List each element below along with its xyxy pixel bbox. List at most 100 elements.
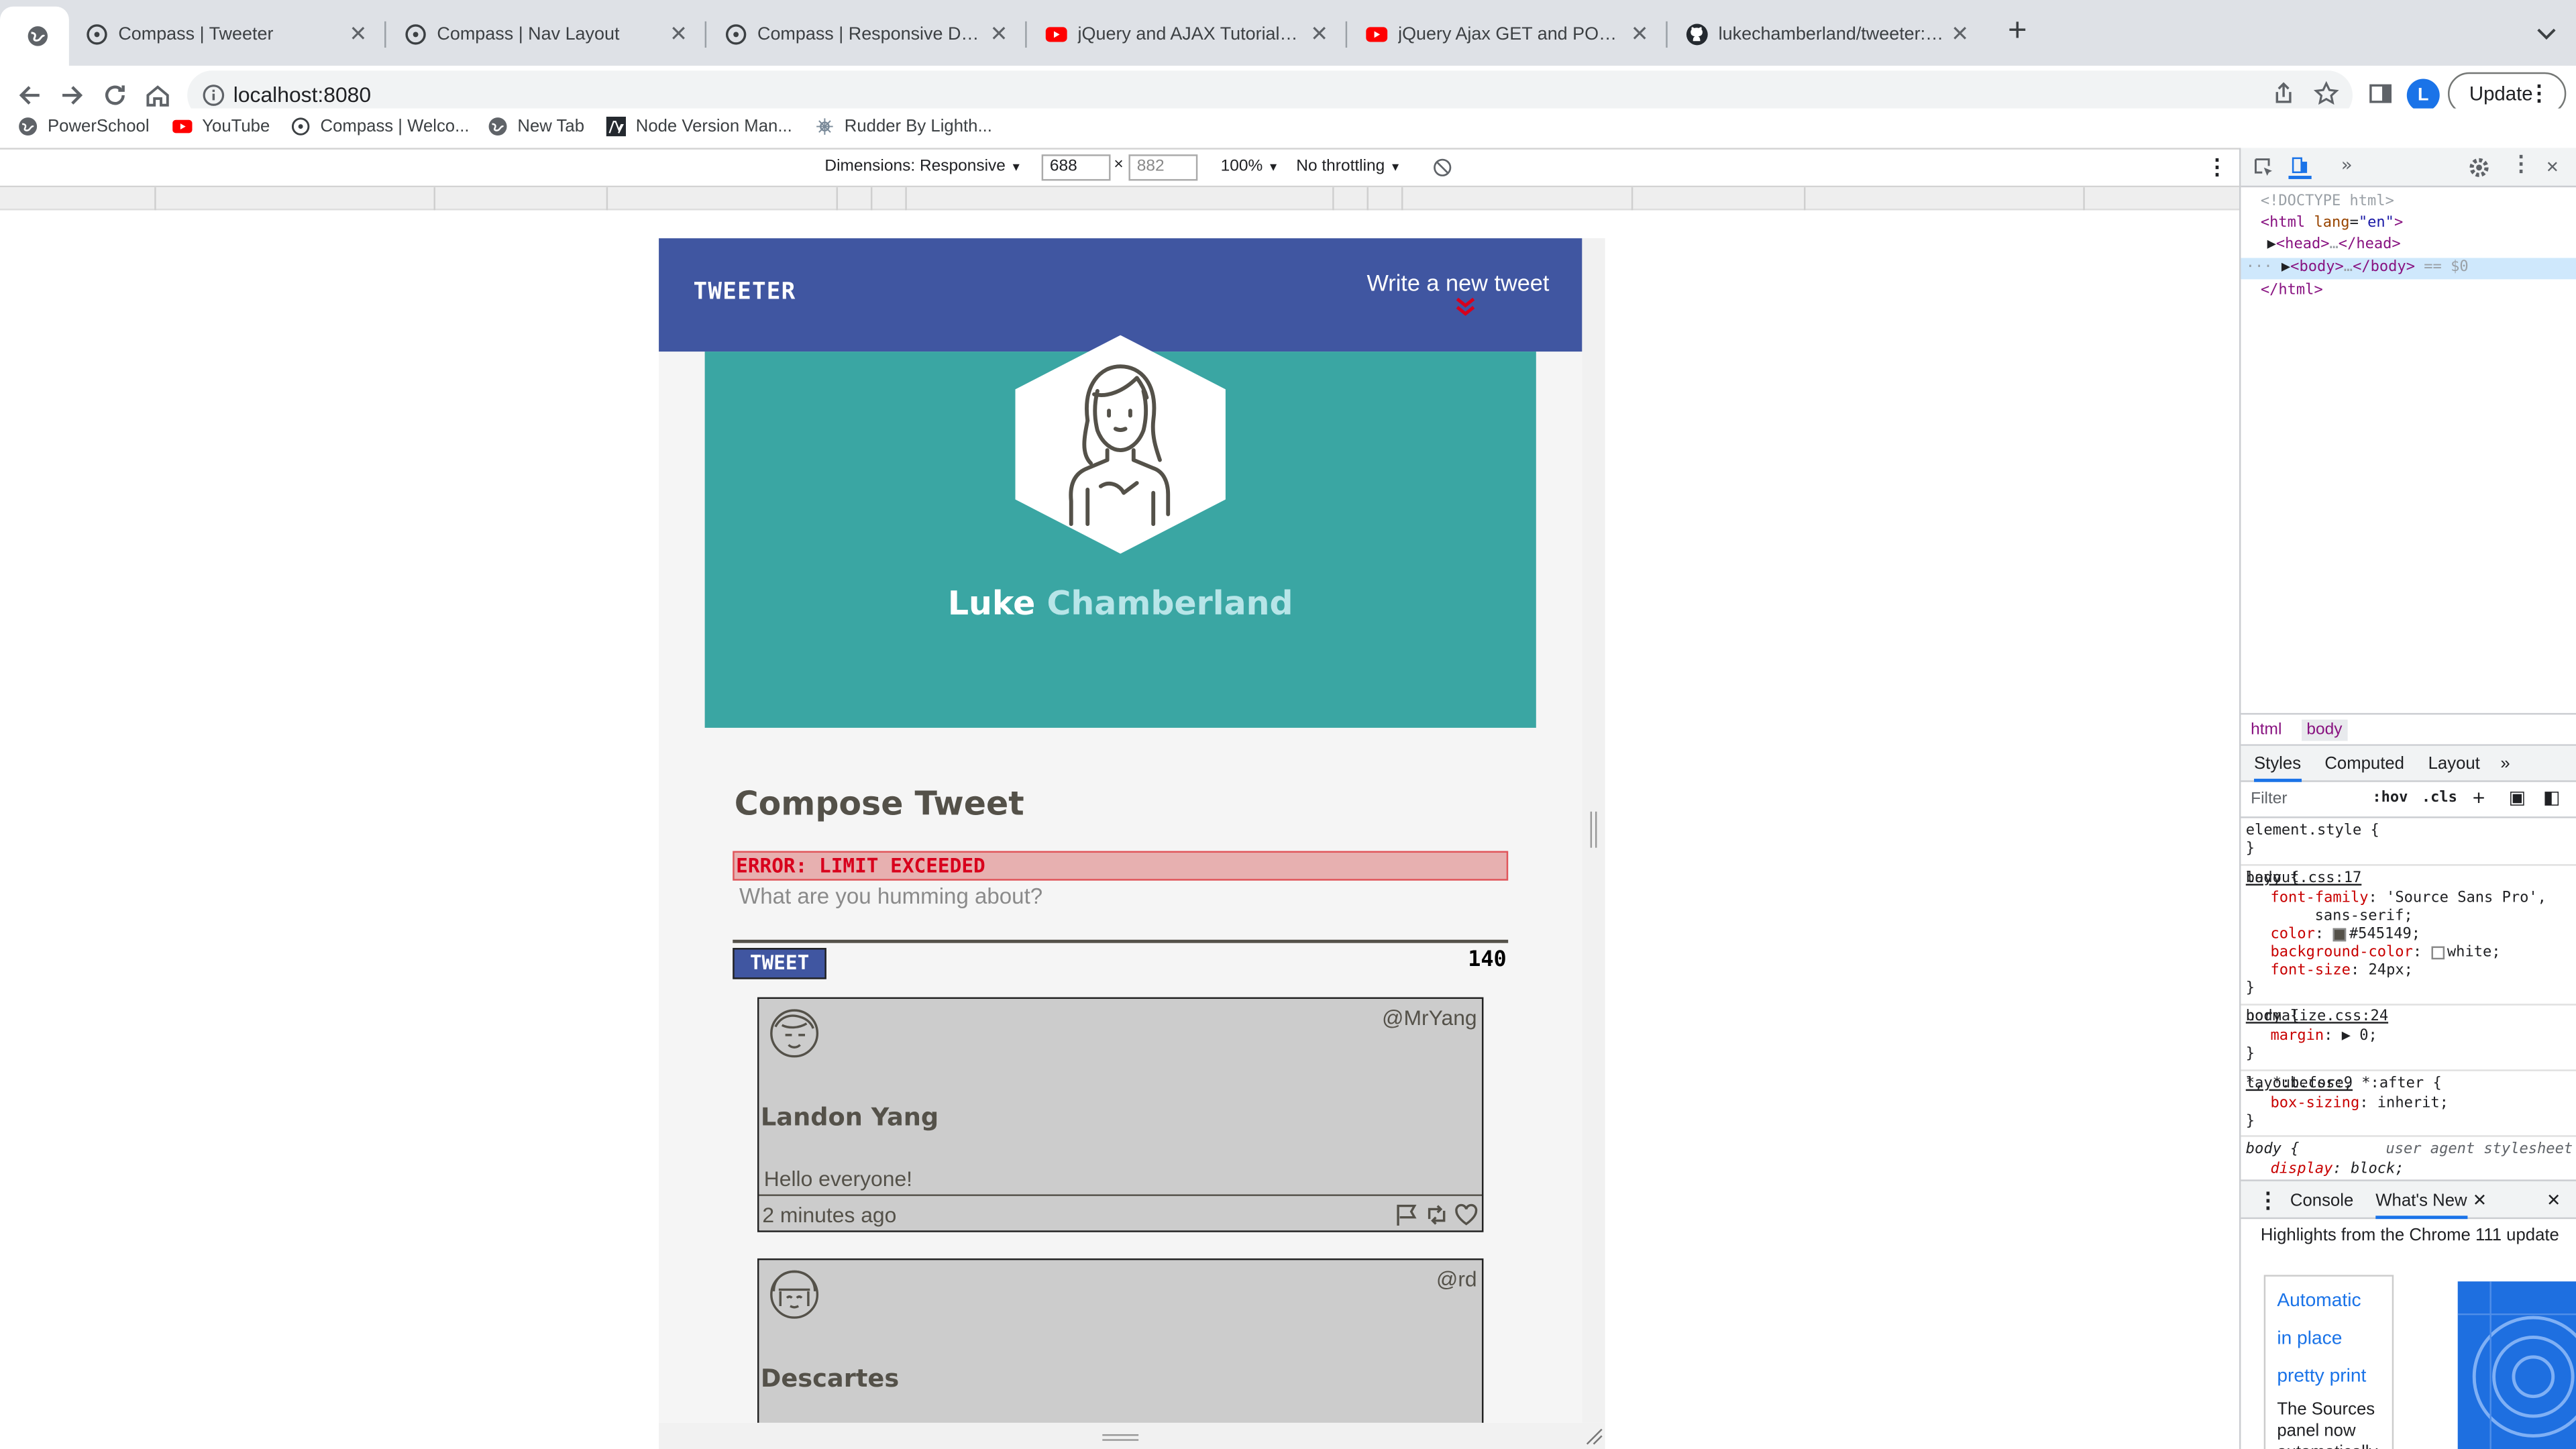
sidebar-toggle-icon[interactable]: ◧ [2543,787,2560,808]
new-tab-button[interactable]: + [2001,15,2034,49]
tab-active[interactable] [0,6,69,66]
dom-doctype[interactable]: <!DOCTYPE html> [2261,193,2394,214]
tab-computed[interactable]: Computed [2324,754,2404,773]
write-new-tweet-link[interactable]: Write a new tweet [1367,270,1550,296]
error-message: ERROR: LIMIT EXCEEDED [733,851,1509,881]
tab-styles[interactable]: Styles [2254,754,2302,782]
dom-html-open[interactable]: <html lang="en"> [2261,213,2403,235]
tab-compass-nav-layout[interactable]: Compass | Nav Layout ✕ [388,10,705,59]
css-property[interactable]: font-size: 24px; [2271,963,2413,981]
share-icon[interactable] [2271,80,2297,107]
profile-first-name: Luke [947,583,1036,623]
card-link[interactable]: in place [2277,1321,2380,1358]
width-input[interactable]: 688 [1041,154,1111,181]
whats-new-card[interactable]: Automatic in place pretty print The Sour… [2263,1275,2394,1449]
close-icon[interactable]: ✕ [665,21,692,48]
filter-input[interactable]: Filter [2251,790,2287,808]
flag-icon[interactable] [1395,1203,1419,1228]
info-icon[interactable] [202,84,225,107]
home-icon[interactable] [143,80,172,110]
bookmark-compass[interactable]: Compass | Welco... [290,112,470,142]
bookmark-youtube[interactable]: YouTube [172,112,270,142]
prop-value: white; [2447,945,2501,961]
close-icon[interactable]: ✕ [1947,21,1973,48]
css-property[interactable]: display: block; [2271,1161,2404,1179]
rule-source-link[interactable]: normalize.css:24 [2246,1009,2573,1027]
tab-jquery-ajax-tutorials[interactable]: jQuery and AJAX Tutorials 5 | jQ ✕ [1028,10,1346,59]
css-property[interactable]: color: #545149; [2271,926,2421,945]
more-tabs-icon[interactable]: » [2341,154,2352,176]
close-icon[interactable]: ✕ [1627,21,1653,48]
add-rule-icon[interactable]: + [2473,786,2485,810]
heart-icon[interactable] [1454,1203,1479,1228]
resize-corner-icon[interactable] [1584,1426,1603,1446]
retweet-icon[interactable] [1424,1203,1449,1228]
tweet-textarea[interactable]: What are you humming about? [739,884,1042,909]
rule-selector[interactable]: body { [2246,1142,2300,1160]
site-brand[interactable]: TWEETER [693,279,796,305]
breadcrumb-html[interactable]: html [2251,721,2282,739]
device-more-icon[interactable]: ⋮ [2206,154,2228,180]
cls-toggle[interactable]: .cls [2422,790,2457,806]
color-swatch[interactable] [2332,927,2347,941]
rule-selector[interactable]: element.style { [2246,823,2379,841]
reload-icon[interactable] [100,80,129,110]
close-icon[interactable]: ✕ [345,21,371,48]
star-icon[interactable] [2313,80,2339,107]
tweet-button[interactable]: TWEET [733,948,826,979]
forward-arrow-icon[interactable] [58,80,87,110]
profile-avatar[interactable]: L [2406,78,2440,112]
close-icon[interactable]: ✕ [2473,1191,2487,1211]
bookmark-nvm[interactable]: Node Version Man... [606,112,792,142]
css-property[interactable]: background-color: white; [2271,945,2501,963]
breadcrumb-body[interactable]: body [2302,719,2347,741]
close-icon[interactable]: ✕ [1306,21,1332,48]
bookmark-new-tab[interactable]: New Tab [488,112,584,142]
media-query-bar[interactable] [0,187,2239,211]
css-property[interactable]: font-family: 'Source Sans Pro', [2271,890,2546,908]
tab-whats-new[interactable]: What's New [2375,1191,2467,1220]
close-icon[interactable]: ✕ [2546,154,2559,177]
device-toggle-icon[interactable] [2288,156,2312,179]
rotate-icon[interactable] [1433,158,1452,177]
tab-compass-tweeter[interactable]: Compass | Tweeter ✕ [69,10,384,59]
zoom-dropdown[interactable]: 100% ▼ [1221,158,1279,176]
inspect-element-icon[interactable] [2253,156,2275,179]
hov-toggle[interactable]: :hov [2372,790,2408,806]
throttling-dropdown[interactable]: No throttling ▼ [1296,158,1401,176]
tab-jquery-ajax-get-post[interactable]: jQuery Ajax GET and POST Req ✕ [1349,10,1666,59]
card-link[interactable]: pretty print [2277,1358,2380,1396]
rule-source-link[interactable]: layout.css:17 [2246,871,2573,889]
back-arrow-icon[interactable] [15,80,44,110]
height-input[interactable]: 882 [1128,154,1198,181]
tab-compass-responsive-design[interactable]: Compass | Responsive Design ✕ [708,10,1026,59]
dom-head[interactable]: ▶<head>…</head> [2267,235,2401,256]
kebab-menu-icon[interactable]: ⋮ [2257,1188,2279,1214]
tweet-actions [1395,1203,1479,1228]
side-panel-icon[interactable] [2367,80,2394,107]
tab-console[interactable]: Console [2290,1191,2353,1211]
double-chevron-down-icon[interactable] [1454,297,1477,317]
chevron-down-icon[interactable] [2533,19,2559,46]
card-link[interactable]: Automatic [2277,1283,2380,1321]
resize-handle-right[interactable] [1590,811,1597,848]
dom-html-close[interactable]: </html> [2261,281,2323,303]
kebab-menu-icon[interactable]: ⋮ [2528,80,2550,107]
gear-icon[interactable] [2467,156,2490,179]
tab-github-tweeter[interactable]: lukechamberland/tweeter: A tw ✕ [1669,10,1986,59]
kebab-menu-icon[interactable]: ⋮ [2510,153,2532,178]
close-icon[interactable]: ✕ [985,21,1012,48]
css-property[interactable]: margin: ▶ 0; [2271,1028,2377,1046]
dom-body-selected[interactable]: ··· ▶<body>…</body> == $0 [2241,258,2576,280]
more-tabs-icon[interactable]: » [2500,754,2510,773]
rule-source-link[interactable]: layout.css:9 [2246,1076,2573,1094]
bookmark-powerschool[interactable]: PowerSchool [18,112,150,142]
resize-handle-bottom[interactable] [659,1422,1605,1449]
tab-layout[interactable]: Layout [2428,754,2480,773]
paint-icon[interactable]: ▣ [2509,787,2526,808]
close-icon[interactable]: ✕ [2546,1191,2561,1211]
css-property[interactable]: box-sizing: inherit; [2271,1095,2449,1114]
dimensions-dropdown[interactable]: Dimensions: Responsive ▼ [824,158,1022,176]
color-swatch[interactable] [2430,945,2445,959]
bookmark-rudder[interactable]: Rudder By Lighth... [815,112,992,142]
